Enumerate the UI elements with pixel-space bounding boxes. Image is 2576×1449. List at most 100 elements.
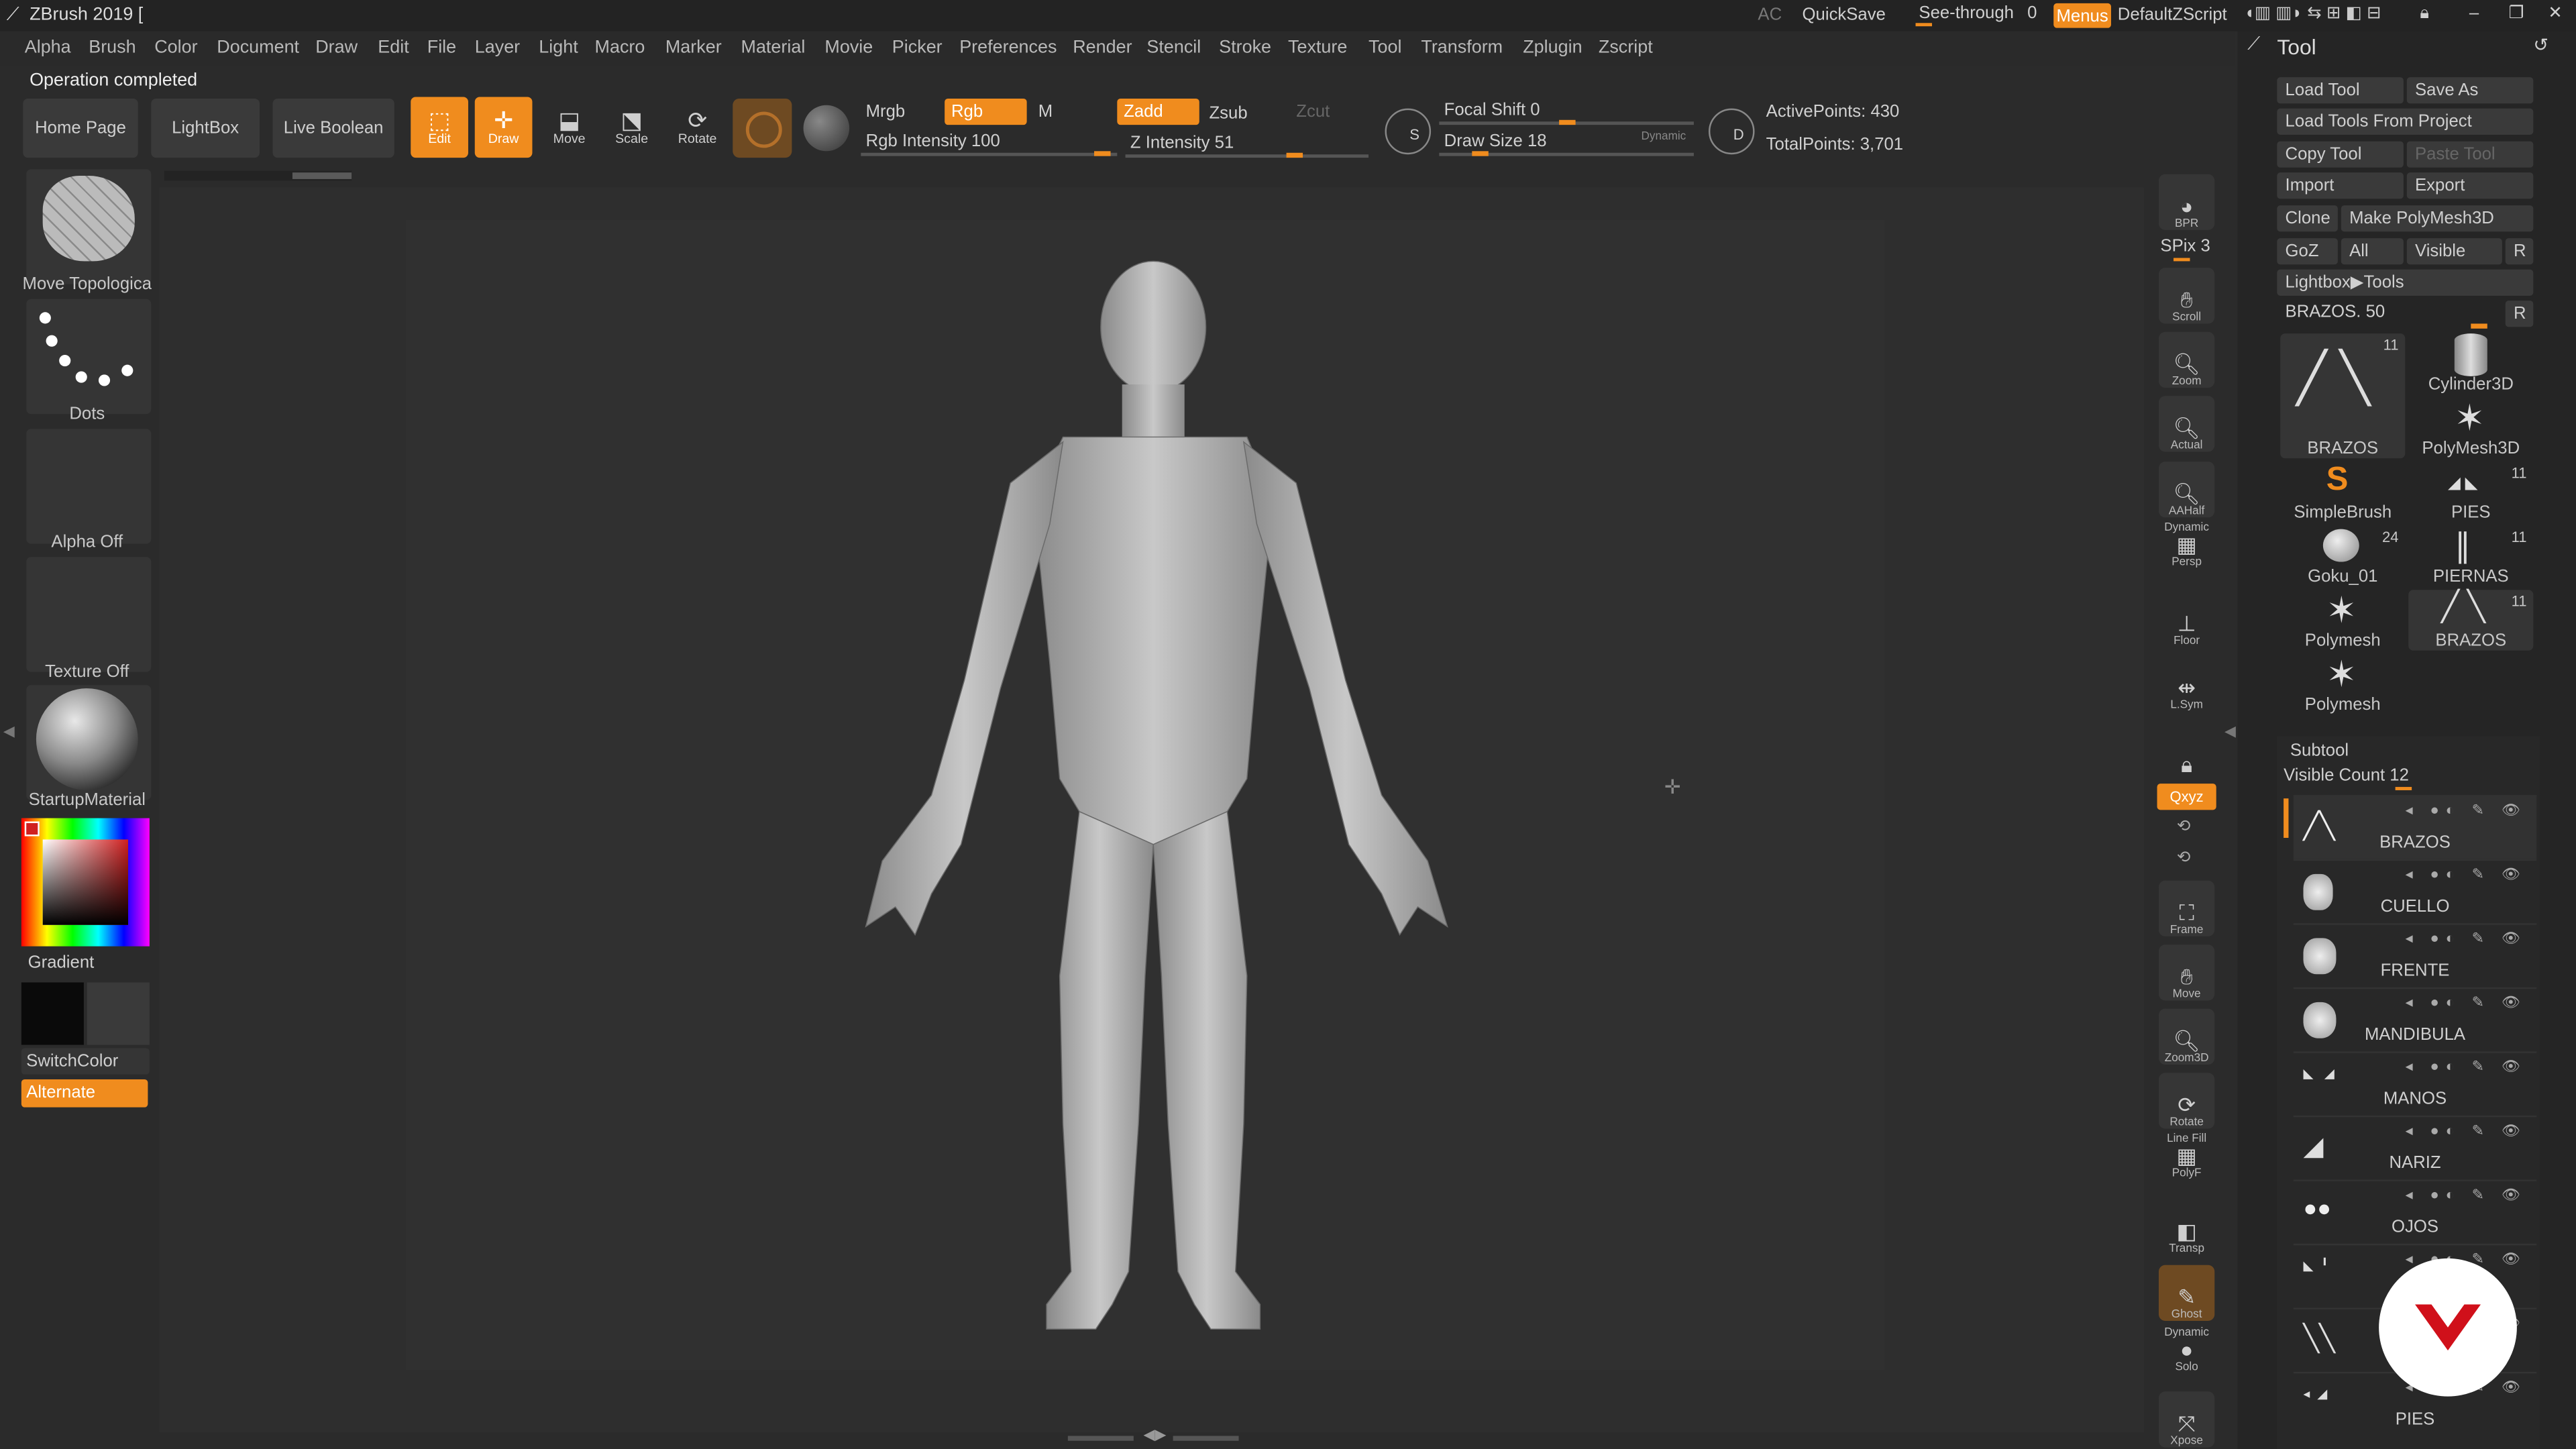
zoom-button[interactable]: 🔍︎ Zoom (2158, 331, 2215, 388)
transp-button[interactable]: ◧ Transp (2159, 1199, 2214, 1255)
menu-zscript[interactable]: Zscript (1599, 38, 1653, 57)
alpha-thumbnail[interactable] (26, 429, 152, 544)
quicksave-button[interactable]: QuickSave (1803, 5, 1886, 24)
menu-alpha[interactable]: Alpha (25, 38, 71, 57)
focal-shift-slider[interactable]: Focal Shift 0 (1439, 99, 1694, 128)
menu-macro[interactable]: Macro (595, 38, 645, 57)
see-through-slider[interactable]: See-through 0 (1909, 3, 2041, 28)
ac-label[interactable]: AC (1758, 5, 1782, 24)
minimize-icon[interactable]: – (2469, 3, 2479, 23)
make-polymesh-button[interactable]: Make PolyMesh3D (2341, 205, 2534, 232)
right-tray-arrow-icon[interactable]: ◀ (2224, 723, 2236, 741)
subtool-toggle-icons[interactable]: ◂ ●◐ ✎ 👁︎ (2406, 1122, 2527, 1140)
texture-thumbnail[interactable] (26, 557, 152, 672)
menu-brush[interactable]: Brush (89, 38, 136, 57)
menus-toggle[interactable]: Menus (2053, 3, 2111, 28)
persp-button[interactable]: Dynamic ▦ Persp (2159, 523, 2214, 578)
color-saturation-square[interactable] (42, 839, 129, 925)
xyz-rotation-button[interactable]: Qxyz (2157, 784, 2216, 810)
move-view-button[interactable]: ✋︎ Move (2158, 945, 2215, 1001)
subtool-toggle-icons[interactable]: ◂ ●◐ ✎ 👁︎ (2406, 866, 2527, 884)
tool-item-polymesh3d[interactable]: ✶ PolyMesh3D (2408, 398, 2533, 459)
scroll-thumb[interactable] (292, 172, 352, 179)
visible-count-label[interactable]: Visible Count 12 (2284, 765, 2409, 785)
current-tool-r-button[interactable]: R (2505, 301, 2534, 327)
subtool-row[interactable]: ◣ ◢ ◂ ●◐ ✎ 👁︎ MANOS (2293, 1051, 2537, 1116)
menu-stencil[interactable]: Stencil (1146, 38, 1201, 57)
tool-item-brazos[interactable]: ╱ ╲ 11 BRAZOS (2408, 590, 2534, 651)
menu-stroke[interactable]: Stroke (1219, 38, 1271, 57)
rgb-button[interactable]: Rgb (945, 98, 1027, 125)
subtool-toggle-icons[interactable]: ◂ ●◐ ✎ 👁︎ (2406, 1058, 2527, 1076)
tool-item-brazos-active[interactable]: ╱ ╲ 11 BRAZOS (2280, 333, 2406, 459)
canvas-horizontal-scroll[interactable] (164, 170, 352, 181)
menu-color[interactable]: Color (154, 38, 197, 57)
main-color-swatch[interactable] (21, 982, 84, 1045)
home-page-button[interactable]: Home Page (23, 98, 138, 158)
tool-item-simplebrush[interactable]: S SimpleBrush (2280, 462, 2405, 523)
rotate-mode-button[interactable]: ⟳ Rotate (669, 97, 727, 158)
goz-visible-button[interactable]: Visible (2406, 238, 2502, 265)
current-tool-slider[interactable]: BRAZOS. 50 (2277, 301, 2500, 329)
z-rotation-icon[interactable]: ⟲ (2177, 849, 2191, 867)
scroll-button[interactable]: ✋︎ Scroll (2158, 268, 2215, 324)
m-button[interactable]: M (1038, 102, 1053, 121)
rotate-view-button[interactable]: ⟳ Rotate (2158, 1073, 2215, 1129)
layout-icons[interactable]: ◖▥ ▥◗ ⇆ ⊞ ◧ ⊟ (2244, 3, 2381, 23)
menu-picker[interactable]: Picker (892, 38, 943, 57)
subtool-row[interactable]: ◂ ●◐ ✎ 👁︎ MANDIBULA (2293, 987, 2537, 1052)
menu-texture[interactable]: Texture (1288, 38, 1347, 57)
draw-mode-button[interactable]: ✛ Draw (474, 97, 533, 158)
menu-preferences[interactable]: Preferences (959, 38, 1057, 57)
gradient-label[interactable]: Gradient (28, 953, 95, 972)
aahalf-button[interactable]: 🔍︎ AAHalf (2158, 462, 2215, 518)
import-button[interactable]: Import (2277, 172, 2404, 199)
draw-size-dynamic-icon[interactable]: D (1708, 108, 1755, 155)
subtool-toggle-icons[interactable]: ◂ ●◐ ✎ 👁︎ (2406, 802, 2527, 820)
ghost-button[interactable]: ✎ Ghost (2158, 1265, 2215, 1321)
menu-draw[interactable]: Draw (315, 38, 358, 57)
subtool-row[interactable]: ●● ◂ ●◐ ✎ 👁︎ OJOS (2293, 1179, 2537, 1244)
subtool-header[interactable]: Subtool (2290, 741, 2349, 760)
lsym-button[interactable]: ⇹ L.Sym (2159, 655, 2214, 711)
y-rotation-icon[interactable]: ⟲ (2177, 818, 2191, 837)
floor-button[interactable]: ⊥ Floor (2159, 592, 2214, 647)
subtool-row[interactable]: ╱╲ ◂ ●◐ ✎ 👁︎ BRAZOS (2293, 795, 2537, 859)
subtool-row[interactable]: ◂ ●◐ ✎ 👁︎ FRENTE (2293, 923, 2537, 987)
subtool-toggle-icons[interactable]: ◂ ●◐ ✎ 👁︎ (2406, 994, 2527, 1012)
stroke-thumbnail[interactable] (26, 299, 152, 415)
switch-color-button[interactable]: SwitchColor (21, 1048, 150, 1075)
goz-button[interactable]: GoZ (2277, 238, 2338, 265)
clone-button[interactable]: Clone (2277, 205, 2338, 232)
menu-tool[interactable]: Tool (1368, 38, 1401, 57)
tool-item-pies[interactable]: ◢ ◣ 11 PIES (2408, 462, 2533, 523)
tool-item-piernas[interactable]: ∥ 11 PIERNAS (2408, 526, 2533, 587)
menu-edit[interactable]: Edit (378, 38, 409, 57)
xpose-button[interactable]: ⤧ Xpose (2158, 1391, 2215, 1448)
tool-item-polymesh-2[interactable]: ✶ Polymesh (2280, 654, 2405, 715)
subtool-row[interactable]: ◂ ●◐ ✎ 👁︎ CUELLO (2293, 859, 2537, 924)
left-tray-arrow-icon[interactable]: ◀ (3, 723, 15, 741)
menu-material[interactable]: Material (741, 38, 805, 57)
export-button[interactable]: Export (2406, 172, 2534, 199)
brush-mode-button[interactable] (733, 98, 792, 158)
live-boolean-button[interactable]: Live Boolean (272, 98, 394, 158)
close-icon[interactable]: ✕ (2548, 3, 2563, 23)
scale-mode-button[interactable]: ⬔ Scale (603, 97, 661, 158)
character-model[interactable] (816, 253, 1507, 1370)
maximize-icon[interactable]: ❐ (2509, 3, 2524, 23)
load-tool-button[interactable]: Load Tool (2277, 77, 2404, 104)
frame-button[interactable]: ⛶ Frame (2158, 880, 2215, 936)
menu-layer[interactable]: Layer (475, 38, 520, 57)
mrgb-button[interactable]: Mrgb (866, 102, 906, 121)
tool-pin-icon[interactable]: ⟋ (2247, 34, 2260, 56)
lock-view-button[interactable]: 🔒︎ (2159, 721, 2214, 777)
menu-zplugin[interactable]: Zplugin (1523, 38, 1582, 57)
move-mode-button[interactable]: ⬓ Move (541, 97, 598, 158)
tool-item-polymesh[interactable]: ✶ Polymesh (2280, 590, 2405, 651)
zadd-button[interactable]: Zadd (1117, 98, 1199, 125)
tool-item-goku[interactable]: 24 Goku_01 (2280, 526, 2405, 586)
load-tools-from-project-button[interactable]: Load Tools From Project (2277, 108, 2534, 135)
document-canvas[interactable]: ✛ ◀▶ (159, 187, 2144, 1442)
focal-shift-curve-icon[interactable]: S (1385, 108, 1432, 155)
